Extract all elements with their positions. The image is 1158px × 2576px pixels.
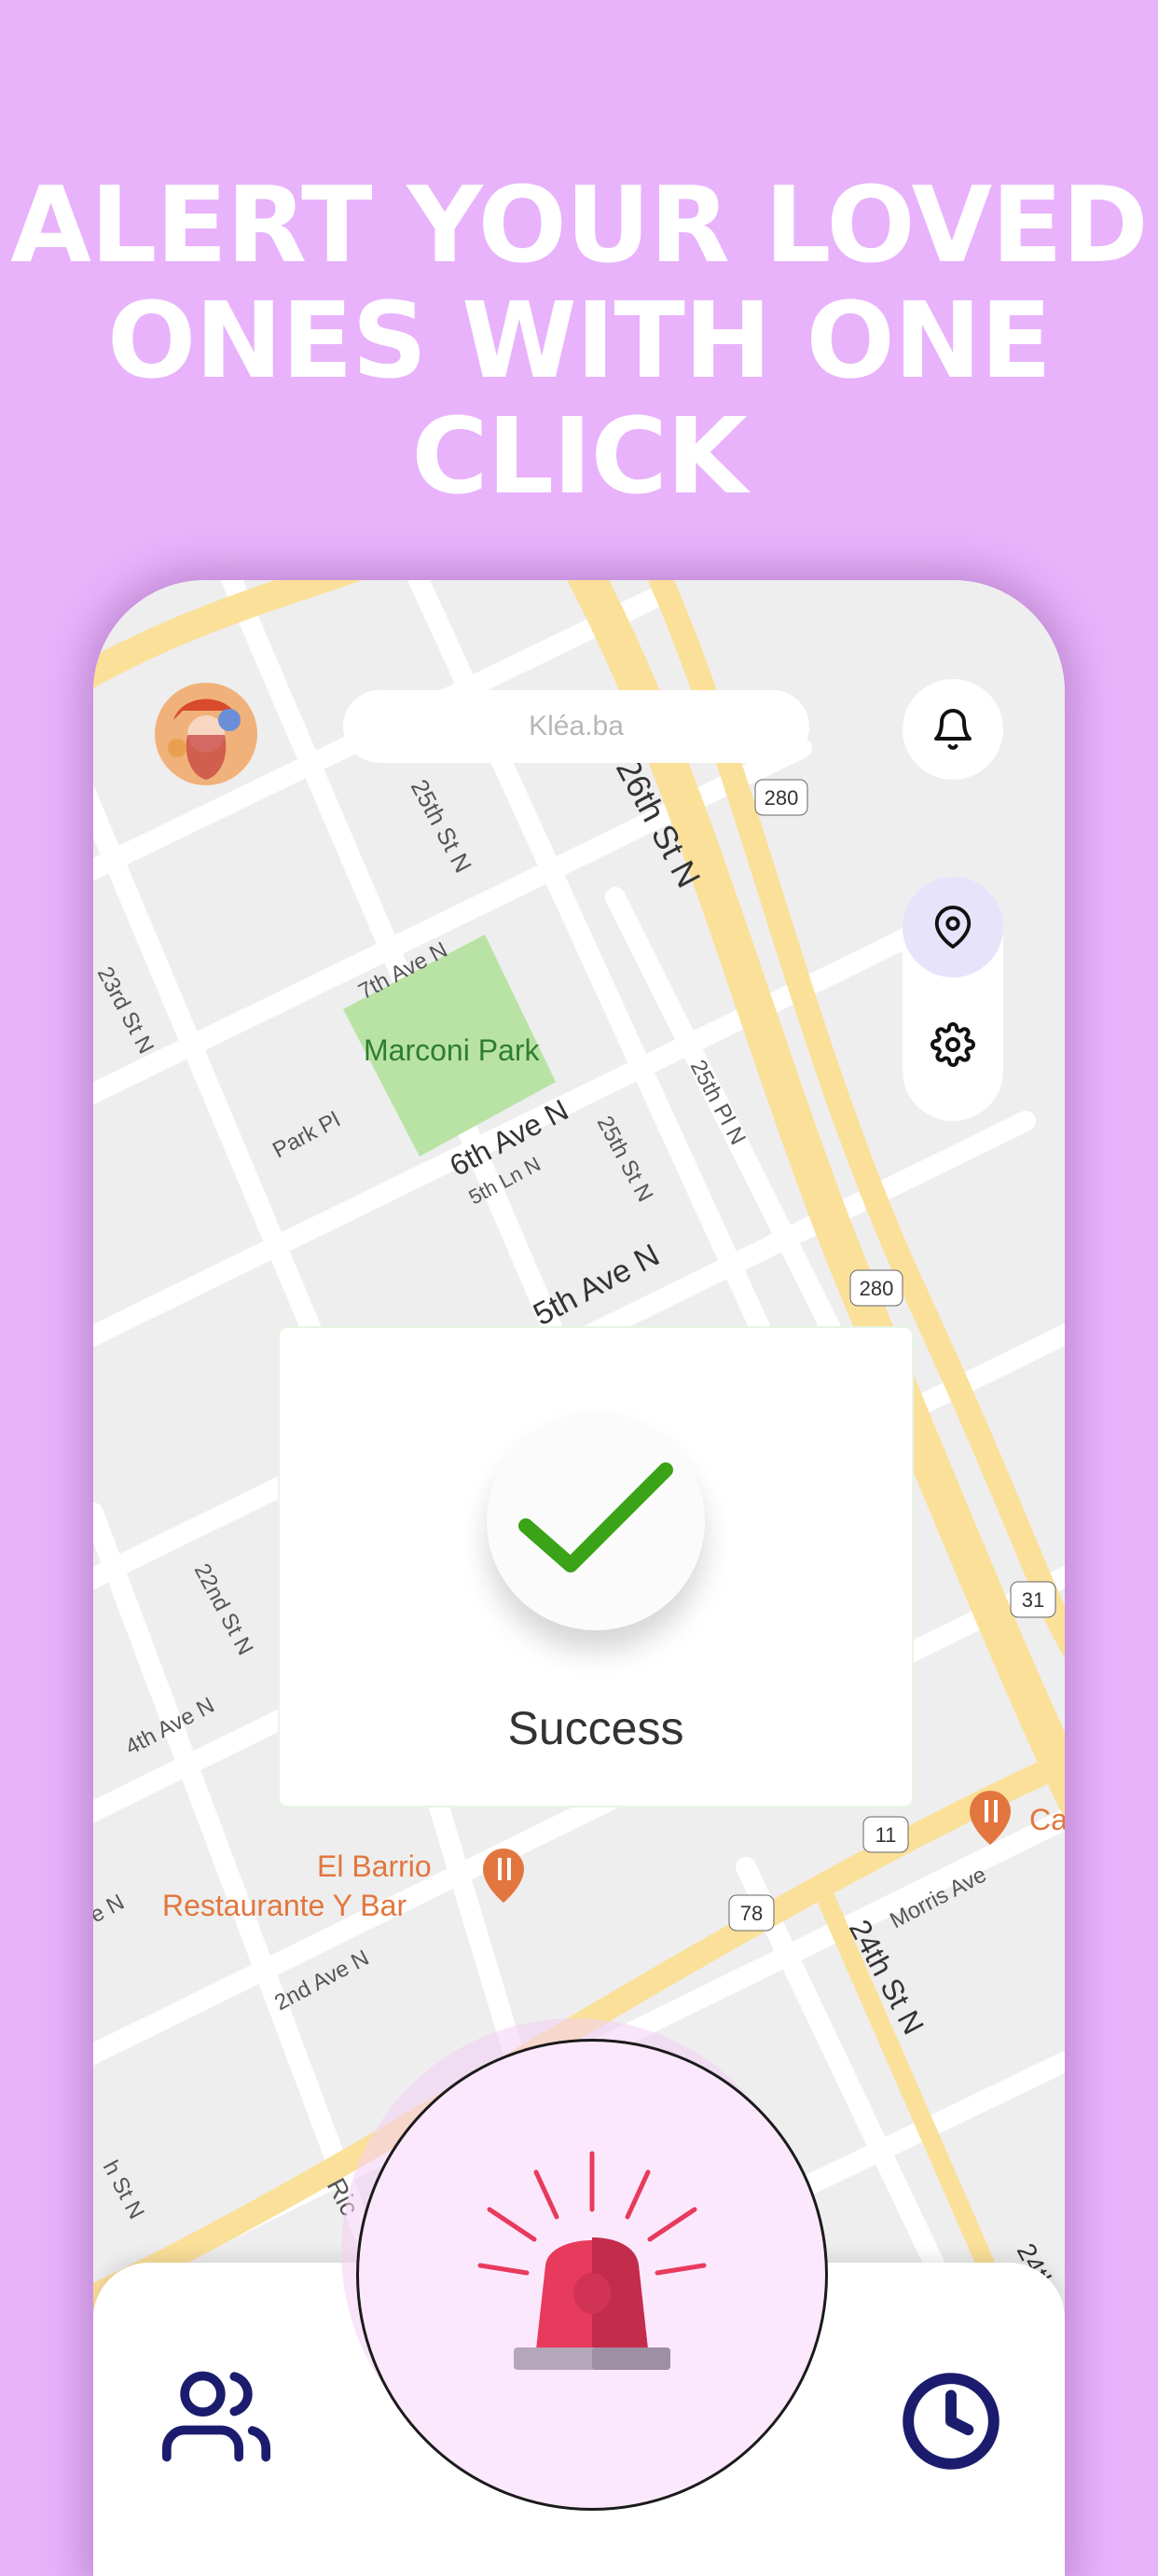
map-label-ca: Ca bbox=[1029, 1803, 1065, 1836]
clock-icon bbox=[903, 2373, 999, 2470]
map-controls-panel bbox=[903, 877, 1003, 1121]
headline-line-3: CLICK bbox=[411, 396, 747, 518]
highway-shield-280-b: 280 bbox=[860, 1277, 894, 1300]
bell-icon bbox=[934, 709, 972, 750]
success-check-badge bbox=[487, 1412, 705, 1630]
headline-line-1: ALERT YOUR LOVED bbox=[10, 165, 1148, 286]
headline: ALERT YOUR LOVED ONES WITH ONE CLICK bbox=[0, 168, 1158, 515]
highway-shield-280-a: 280 bbox=[765, 786, 799, 810]
settings-button[interactable] bbox=[903, 994, 1003, 1095]
history-button[interactable] bbox=[895, 2365, 1007, 2477]
users-icon bbox=[162, 2371, 270, 2462]
gear-icon bbox=[931, 1022, 975, 1067]
location-button[interactable] bbox=[903, 877, 1003, 977]
search-text: Kléa.ba bbox=[529, 711, 624, 741]
avatar[interactable] bbox=[155, 683, 257, 785]
highway-shield-11: 11 bbox=[875, 1823, 897, 1847]
success-message: Success bbox=[507, 1702, 684, 1754]
map-label-restaurant-2: Restaurante Y Bar bbox=[162, 1889, 407, 1922]
highway-shield-78: 78 bbox=[740, 1902, 763, 1925]
map-pin-icon bbox=[934, 906, 972, 949]
phone-frame: Marconi Park 25th St N 26th St N 7th Ave… bbox=[93, 580, 1065, 2576]
sos-alert-button[interactable] bbox=[356, 2039, 828, 2511]
headline-line-2: ONES WITH ONE bbox=[107, 281, 1052, 402]
siren-icon bbox=[477, 2151, 707, 2370]
contacts-button[interactable] bbox=[160, 2365, 272, 2468]
notifications-button[interactable] bbox=[903, 679, 1003, 780]
search-bar[interactable]: Kléa.ba bbox=[343, 690, 809, 763]
map-label-park: Marconi Park bbox=[364, 1033, 541, 1067]
checkmark-icon bbox=[518, 1462, 673, 1572]
highway-shield-31: 31 bbox=[1022, 1588, 1044, 1612]
map-label-restaurant-1: El Barrio bbox=[317, 1849, 432, 1883]
success-dialog: Success bbox=[278, 1326, 914, 1807]
